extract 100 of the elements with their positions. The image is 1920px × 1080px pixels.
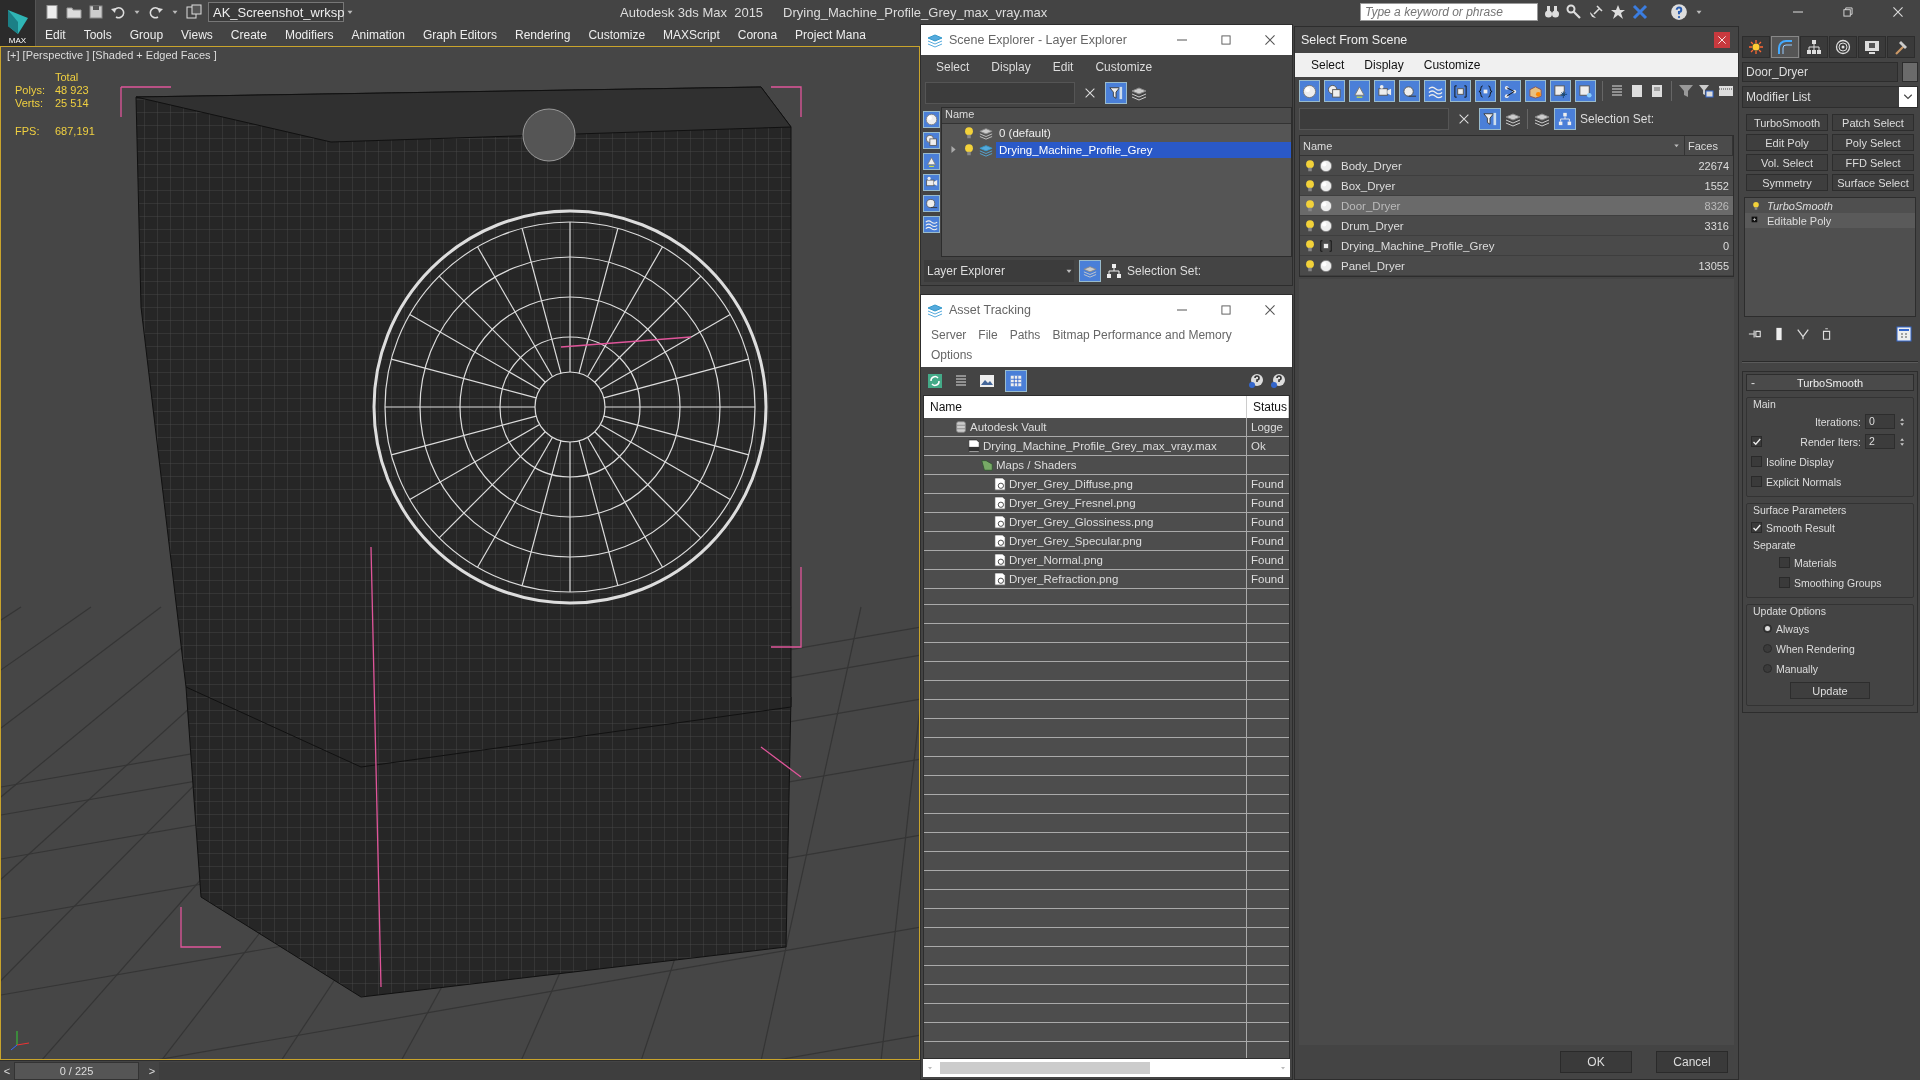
menu-item[interactable]: Tools — [74, 24, 121, 46]
monitor-tab[interactable] — [1858, 36, 1886, 58]
modifier-button[interactable]: Symmetry — [1746, 174, 1828, 191]
menu-item[interactable]: Options — [925, 347, 979, 363]
asset-name[interactable]: Dryer_Grey_Glossiness.png — [1009, 516, 1154, 528]
search-field[interactable]: Type a keyword or phrase — [1360, 3, 1538, 21]
hierarchy-tab[interactable] — [1800, 36, 1828, 58]
asset-name[interactable]: Dryer_Grey_Diffuse.png — [1009, 478, 1133, 490]
clear-icon[interactable] — [1457, 112, 1471, 126]
render-iters-field[interactable]: 2 — [1865, 434, 1895, 449]
menu-item[interactable]: Display — [1354, 58, 1414, 72]
previous-frame-button[interactable]: < — [0, 1061, 14, 1080]
menu-item[interactable]: Create — [221, 24, 276, 46]
asset-name[interactable]: Autodesk Vault — [970, 421, 1047, 433]
menu-item[interactable]: MAXScript — [654, 24, 729, 46]
modifier-button[interactable]: Edit Poly — [1746, 134, 1828, 151]
shapes-filter-button[interactable] — [1324, 80, 1346, 102]
clear-icon[interactable] — [1083, 86, 1097, 100]
modifier-button[interactable]: Poly Select — [1832, 134, 1914, 151]
asset-name[interactable]: Dryer_Normal.png — [1009, 554, 1103, 566]
save-icon[interactable] — [88, 4, 104, 20]
lightbulb-icon[interactable] — [962, 142, 976, 157]
modifier-button[interactable]: Vol. Select — [1746, 154, 1828, 171]
menu-item[interactable]: Paths — [1003, 327, 1047, 343]
asset-name[interactable]: Dryer_Grey_Specular.png — [1009, 535, 1142, 547]
menu-item[interactable]: Display — [980, 60, 1042, 74]
menu-item[interactable]: Views — [172, 24, 222, 46]
menu-item[interactable]: Modifiers — [275, 24, 343, 46]
refresh-icon[interactable] — [927, 373, 943, 389]
shapes-filter-button[interactable] — [923, 132, 940, 149]
checkbox[interactable] — [1779, 577, 1790, 588]
open-folder-icon[interactable] — [66, 4, 82, 20]
column-header[interactable]: Name — [942, 108, 1291, 124]
checkbox[interactable] — [1751, 476, 1762, 487]
viewport-label[interactable]: [+] [Perspective ] [Shaded + Edged Faces ] — [7, 49, 217, 61]
menu-item[interactable]: Animation — [342, 24, 414, 46]
box-filter-button[interactable] — [1524, 80, 1546, 102]
explorer-dropdown[interactable]: Layer Explorer — [924, 260, 1074, 282]
lamp-filter-button[interactable] — [1349, 80, 1371, 102]
object-row[interactable]: Box_Dryer 1552 — [1300, 176, 1733, 196]
tape-filter-button[interactable] — [923, 195, 940, 212]
close-button[interactable] — [1714, 32, 1730, 48]
iterations-field[interactable]: 0 — [1865, 414, 1895, 429]
object-name-field[interactable]: Door_Dryer — [1742, 62, 1898, 82]
column-header[interactable]: Name — [1300, 136, 1685, 155]
sun-tab[interactable] — [1742, 36, 1770, 58]
menu-item[interactable]: Graph Editors — [413, 24, 506, 46]
hammer-tab[interactable] — [1887, 36, 1915, 58]
checkbox[interactable] — [1779, 557, 1790, 568]
color-swatch[interactable] — [1902, 62, 1918, 82]
menu-item[interactable]: Customize — [1413, 58, 1491, 72]
checkbox[interactable] — [1751, 456, 1762, 467]
tape-filter-button[interactable] — [1399, 80, 1421, 102]
modifier-button[interactable]: Surface Select — [1832, 174, 1914, 191]
config-icon[interactable] — [1896, 326, 1912, 342]
layers-icon[interactable] — [1534, 111, 1550, 127]
wave-filter-button[interactable] — [923, 216, 940, 233]
bone-filter-button[interactable] — [1499, 80, 1521, 102]
menu-item[interactable]: Customize — [579, 24, 655, 46]
help-icon[interactable] — [1670, 3, 1688, 21]
layer-name[interactable]: Drying_Machine_Profile_Grey — [996, 141, 1291, 158]
list-icon[interactable] — [953, 373, 969, 389]
rollout-header[interactable]: - TurboSmooth — [1746, 374, 1914, 391]
filter-button[interactable] — [1105, 82, 1127, 104]
help-icon[interactable] — [1248, 373, 1264, 389]
new-file-icon[interactable] — [44, 4, 60, 20]
menu-item[interactable]: Customize — [1084, 60, 1164, 74]
help-icon[interactable] — [1270, 373, 1286, 389]
menu-item[interactable]: Bitmap Performance and Memory — [1046, 327, 1238, 343]
modifier-button[interactable]: TurboSmooth — [1746, 114, 1828, 131]
layers-icon[interactable] — [1131, 85, 1147, 101]
camera-filter-button[interactable] — [1374, 80, 1396, 102]
modifier-button[interactable]: FFD Select — [1832, 154, 1914, 171]
modifier-button[interactable]: Patch Select — [1832, 114, 1914, 131]
redo-icon[interactable] — [148, 4, 164, 20]
fork-icon[interactable] — [1796, 327, 1810, 341]
snowflake-filter-button[interactable] — [1549, 80, 1572, 102]
filter-button[interactable] — [1479, 108, 1501, 130]
radio-button[interactable] — [1763, 624, 1772, 633]
menu-item[interactable]: Project Mana — [786, 24, 875, 46]
braces-filter-button[interactable] — [1474, 80, 1496, 102]
lamp-filter-button[interactable] — [923, 153, 940, 170]
bracket-filter-button[interactable] — [1449, 80, 1471, 102]
update-button[interactable]: Update — [1790, 682, 1870, 699]
expand-arrow-icon[interactable] — [948, 144, 959, 155]
sphere-filter-button[interactable] — [1299, 80, 1321, 102]
checkbox[interactable] — [1751, 436, 1762, 447]
asset-name[interactable]: Maps / Shaders — [996, 459, 1077, 471]
funnel-icon[interactable] — [1698, 83, 1715, 99]
dialog-button[interactable]: OK — [1560, 1051, 1632, 1073]
sphere-filter-button[interactable] — [923, 111, 940, 128]
modifier-list-dropdown[interactable]: Modifier List — [1742, 86, 1918, 108]
menu-item[interactable]: Edit — [1041, 60, 1085, 74]
checkbox[interactable] — [1751, 522, 1762, 533]
menu-item[interactable]: Corona — [728, 24, 787, 46]
project-folder-icon[interactable] — [186, 4, 202, 20]
scrollbar-thumb[interactable] — [940, 1062, 1150, 1074]
menu-item[interactable]: Select — [925, 60, 981, 74]
lightbulb-icon[interactable] — [1751, 200, 1761, 211]
menu-item[interactable]: File — [972, 327, 1004, 343]
